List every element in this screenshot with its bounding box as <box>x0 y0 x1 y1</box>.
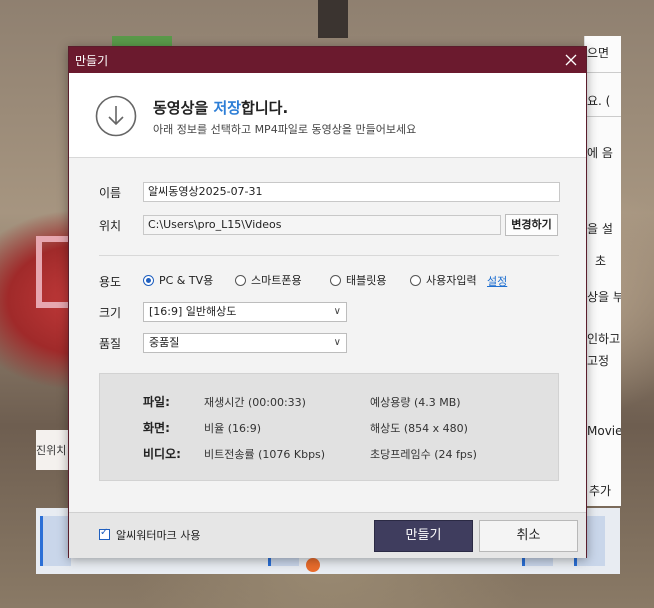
watermark-label[interactable]: 알씨워터마크 사용 <box>116 527 200 543</box>
background-text: 상을 부 <box>587 290 621 304</box>
watermark-checkbox[interactable] <box>99 527 110 540</box>
expected-size-value: 예상용량 (4.3 MB) <box>370 396 461 409</box>
radio-icon <box>143 274 154 286</box>
dialog-subheading: 아래 정보를 선택하고 MP4파일로 동영상을 만들어보세요 <box>153 123 417 136</box>
quality-select[interactable]: 중품질 ∨ <box>143 333 347 353</box>
usage-option-pc-tv[interactable]: PC & TV용 <box>143 272 213 288</box>
background-text: 추가 <box>589 484 612 498</box>
size-select[interactable]: [16:9] 일반해상도 ∨ <box>143 302 347 322</box>
background-text: 요. ( <box>587 94 611 108</box>
radio-icon <box>330 274 341 286</box>
background-text: 진위치 <box>36 444 67 457</box>
dialog-title: 만들기 <box>75 54 109 68</box>
divider <box>99 255 559 256</box>
name-label: 이름 <box>99 186 122 200</box>
video-info-key: 비디오: <box>143 447 181 461</box>
download-icon <box>95 95 137 137</box>
dialog-body: 이름 알씨동영상2025-07-31 위치 C:\Users\pro_L15\V… <box>69 158 586 512</box>
chevron-down-icon: ∨ <box>333 337 341 348</box>
file-info-key: 파일: <box>143 395 170 409</box>
create-video-dialog: 만들기 동영상을 저장합니다. 아래 정보를 선택하고 MP4파일로 동영상을 … <box>68 46 587 558</box>
location-field[interactable]: C:\Users\pro_L15\Videos <box>143 215 501 235</box>
dialog-header: 동영상을 저장합니다. 아래 정보를 선택하고 MP4파일로 동영상을 만들어보… <box>69 73 586 158</box>
cancel-button[interactable]: 취소 <box>479 520 578 552</box>
background-text: 을 설 <box>587 222 613 236</box>
usage-option-tablet[interactable]: 태블릿용 <box>330 272 386 288</box>
background-text: 인하고 <box>587 332 621 346</box>
resolution-value: 해상도 (854 x 480) <box>370 422 468 435</box>
background-text: Movie <box>587 424 621 438</box>
background-text: 에 음 <box>587 146 613 160</box>
video-info-panel: 파일: 재생시간 (00:00:33) 예상용량 (4.3 MB) 화면: 비율… <box>99 373 559 481</box>
change-location-button[interactable]: 변경하기 <box>505 214 558 236</box>
usage-option-custom[interactable]: 사용자입력 <box>410 272 477 288</box>
create-button[interactable]: 만들기 <box>374 520 473 552</box>
screen-info-key: 화면: <box>143 421 170 435</box>
background-app-panel: 으면 요. ( 에 음 을 설 초 상을 부 인하고 고정 Movie 추가 <box>584 36 621 506</box>
background-shape <box>306 558 320 572</box>
size-label: 크기 <box>99 306 122 320</box>
settings-link[interactable]: 설정 <box>487 273 507 289</box>
background-shape <box>318 0 348 38</box>
quality-select-value: 중품질 <box>149 336 180 349</box>
location-label: 위치 <box>99 219 122 233</box>
divider <box>585 116 621 117</box>
background-text: 으면 <box>587 46 610 60</box>
bitrate-value: 비트전송률 (1076 Kbps) <box>204 448 326 461</box>
background-text: 초 <box>595 254 607 268</box>
quality-label: 품질 <box>99 337 122 351</box>
usage-label: 용도 <box>99 275 122 289</box>
chevron-down-icon: ∨ <box>333 306 341 317</box>
ratio-value: 비율 (16:9) <box>204 422 262 435</box>
dialog-footer: 알씨워터마크 사용 만들기 취소 <box>69 512 586 558</box>
play-time-value: 재생시간 (00:00:33) <box>204 396 306 409</box>
close-icon <box>565 54 577 66</box>
size-select-value: [16:9] 일반해상도 <box>149 305 237 318</box>
fps-value: 초당프레임수 (24 fps) <box>370 448 477 461</box>
usage-option-smartphone[interactable]: 스마트폰용 <box>235 272 302 288</box>
radio-icon <box>410 274 421 286</box>
background-text: 고정 <box>587 354 610 368</box>
dialog-titlebar[interactable]: 만들기 <box>69 47 586 73</box>
close-button[interactable] <box>560 49 582 71</box>
divider <box>585 72 621 73</box>
dialog-heading: 동영상을 저장합니다. <box>153 99 289 117</box>
filename-input[interactable]: 알씨동영상2025-07-31 <box>143 182 560 202</box>
radio-icon <box>235 274 246 286</box>
